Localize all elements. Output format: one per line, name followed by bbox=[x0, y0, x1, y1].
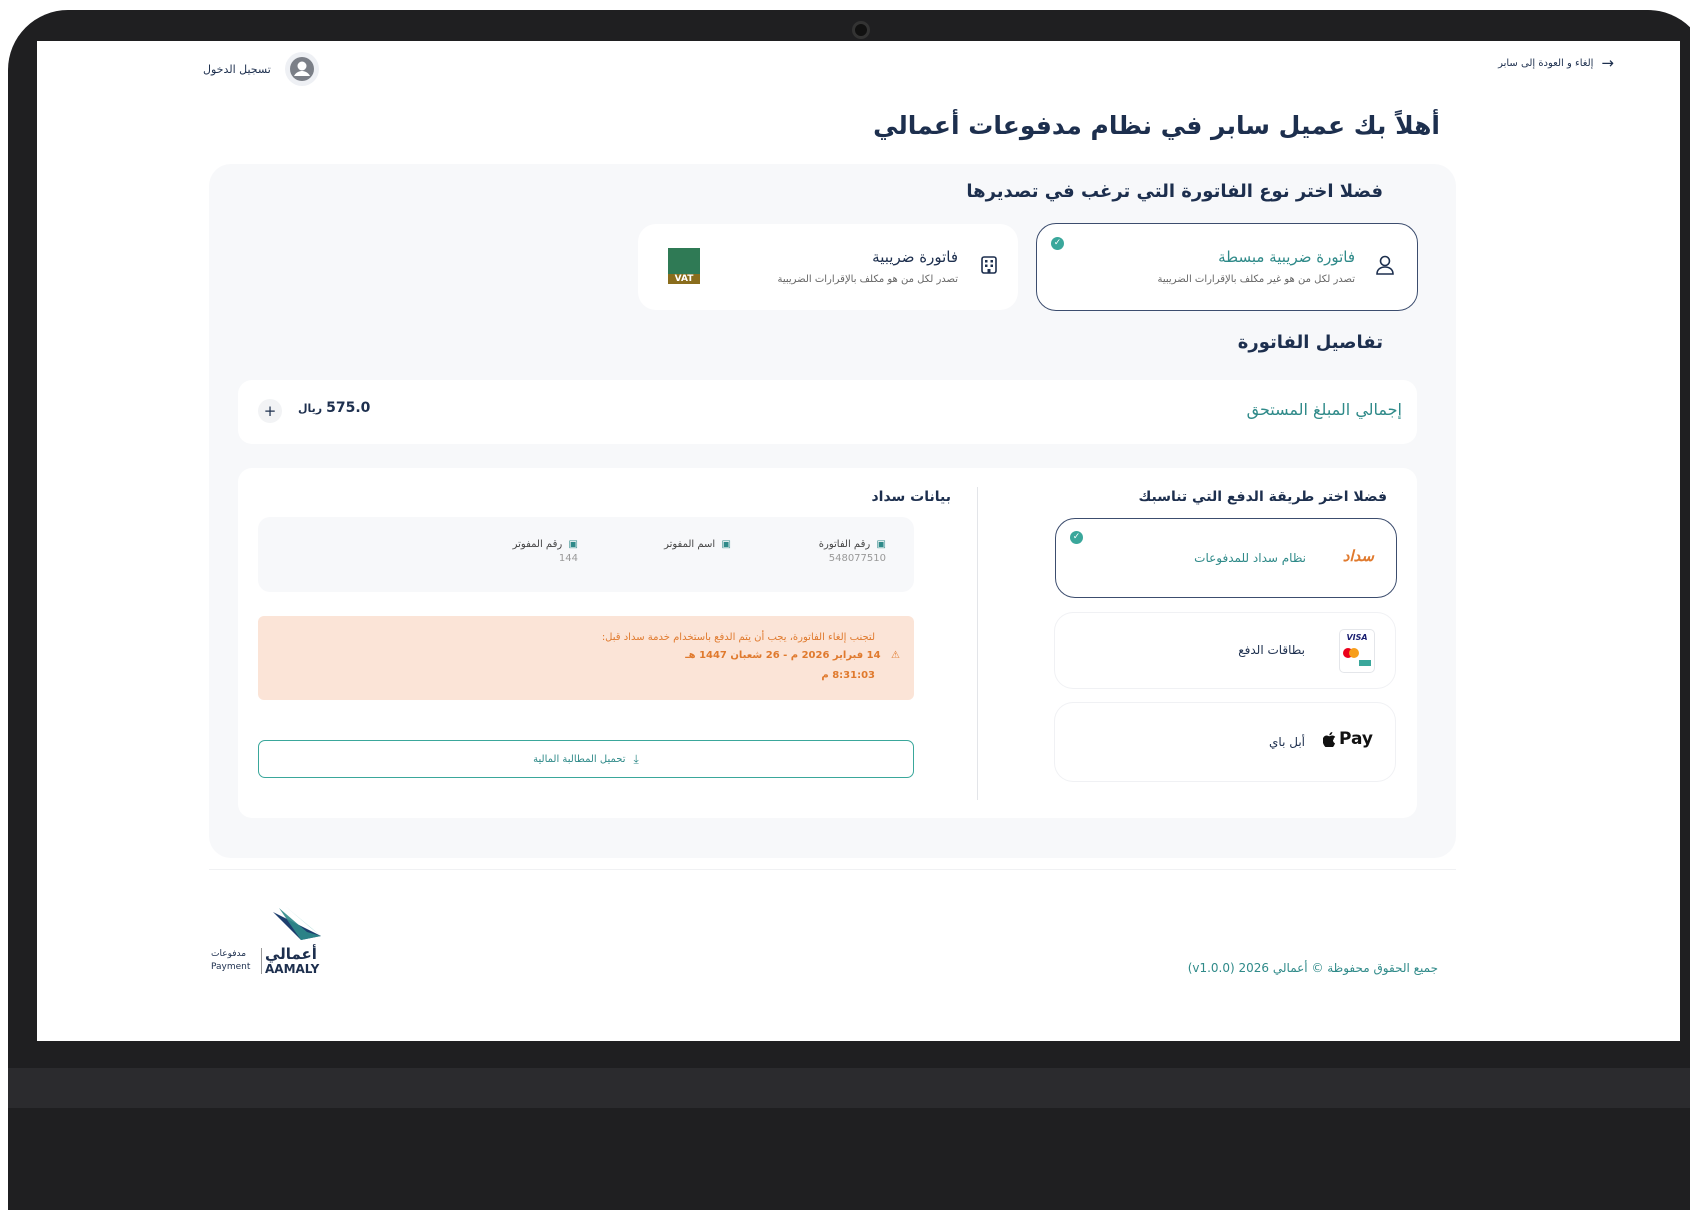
payment-method-cards[interactable]: VISA بطاقات الدفع bbox=[1055, 613, 1395, 688]
user-avatar-icon[interactable] bbox=[284, 52, 319, 86]
invoice-details-title: تفاصيل الفاتورة bbox=[1237, 332, 1383, 353]
warning-line-1: لتجنب إلغاء الفاتورة، يجب أن يتم الدفع ب… bbox=[601, 632, 875, 643]
warning-box: لتجنب إلغاء الفاتورة، يجب أن يتم الدفع ب… bbox=[258, 616, 914, 700]
page-title: أهلاً بك عميل سابر في نظام مدفوعات أعمال… bbox=[873, 111, 1440, 140]
expand-plus-button[interactable]: + bbox=[258, 399, 282, 423]
invoice-type-tax[interactable]: فاتورة ضريبية تصدر لكل من هو مكلف بالإقر… bbox=[638, 224, 1018, 310]
invoice-type-simplified[interactable]: ✓ فاتورة ضريبية مبسطة تصدر لكل من هو غير… bbox=[1036, 223, 1418, 311]
invoice-type-title-simplified: فاتورة ضريبية مبسطة bbox=[1218, 248, 1355, 266]
invoice-type-title-tax: فاتورة ضريبية bbox=[872, 248, 958, 266]
invoice-number-field: ▣ رقم الفاتورة 548077510 bbox=[819, 539, 886, 564]
logo-wing-icon bbox=[273, 906, 321, 940]
logo-en: AAMALY bbox=[265, 962, 320, 976]
check-icon: ✓ bbox=[1070, 531, 1083, 544]
sadad-method-label: نظام سداد للمدفوعات bbox=[1194, 551, 1306, 565]
total-amount-card: إجمالي المبلغ المستحق + ريال 575.0 bbox=[238, 380, 1417, 444]
invoice-type-sub-tax: تصدر لكل من هو مكلف بالإقرارات الضريبية bbox=[777, 274, 958, 285]
download-claim-label[interactable]: تحميل المطالبة المالية bbox=[533, 754, 625, 765]
currency-symbol-icon: ريال bbox=[298, 401, 323, 415]
copyright-text: جميع الحقوق محفوظة © أعمالي 2026 (v1.0.0… bbox=[1187, 961, 1438, 975]
apple-pay-logo: Pay bbox=[1322, 729, 1373, 749]
login-label[interactable]: تسجيل الدخول bbox=[203, 63, 271, 76]
warning-line-2-wrap: ⚠ 14 فبراير 2026 م - 26 شعبان 1447 هـ bbox=[685, 650, 900, 661]
biller-number-value: 144 bbox=[558, 553, 578, 564]
building-icon bbox=[981, 256, 997, 278]
cards-icon: VISA bbox=[1339, 629, 1375, 673]
total-value: 575.0 bbox=[326, 400, 371, 416]
apple-pay-text: Pay bbox=[1338, 729, 1373, 749]
apple-icon bbox=[1322, 731, 1336, 747]
invoice-type-sub-simplified: تصدر لكل من هو غير مكلف بالإقرارات الضري… bbox=[1157, 274, 1355, 285]
biller-name-field: ▣ اسم المفوتر bbox=[664, 539, 731, 553]
download-icon: ⤓ bbox=[633, 751, 639, 766]
doc-icon: ▣ bbox=[876, 539, 886, 550]
aamaly-logo: أعمالي AAMALY مدفوعات Payment bbox=[209, 906, 329, 976]
cancel-back-label[interactable]: إلغاء و العودة إلى سابر bbox=[1498, 58, 1593, 69]
doc-icon: ▣ bbox=[568, 539, 578, 550]
total-label: إجمالي المبلغ المستحق bbox=[1246, 400, 1402, 419]
invoice-type-title: فضلا اختر نوع الفاتورة التي ترغب في تصدي… bbox=[966, 181, 1383, 202]
logo-separator bbox=[261, 948, 262, 974]
check-icon: ✓ bbox=[1051, 237, 1064, 250]
visa-text: VISA bbox=[1346, 633, 1368, 642]
panel-divider bbox=[977, 487, 978, 800]
applepay-method-label: أبل باي bbox=[1269, 735, 1305, 749]
logo-ar: أعمالي bbox=[265, 945, 317, 963]
sadad-data-title: بيانات سداد bbox=[871, 489, 951, 505]
laptop-base bbox=[8, 1068, 1690, 1108]
cancel-back-link[interactable]: → إلغاء و العودة إلى سابر bbox=[1498, 54, 1614, 72]
warning-line-3: 8:31:03 م bbox=[821, 670, 875, 681]
vat-badge: VAT bbox=[668, 274, 700, 284]
warning-line-2: 14 فبراير 2026 م - 26 شعبان 1447 هـ bbox=[685, 650, 881, 661]
logo-tag-ar: مدفوعات bbox=[211, 949, 247, 959]
camera bbox=[852, 21, 870, 39]
invoice-number-label: رقم الفاتورة bbox=[818, 539, 871, 550]
total-amount: ريال 575.0 bbox=[298, 400, 370, 416]
payment-method-sadad[interactable]: ✓ سداد نظام سداد للمدفوعات bbox=[1055, 518, 1397, 598]
sadad-logo-icon: سداد bbox=[1342, 547, 1374, 565]
biller-number-field: ▣ رقم المفوتر 144 bbox=[513, 539, 578, 564]
download-claim-button[interactable]: ⤓ تحميل المطالبة المالية bbox=[258, 740, 914, 778]
sadad-fields-card: ▣ رقم الفاتورة 548077510 ▣ اسم المفوتر ▣… bbox=[258, 517, 914, 592]
person-icon bbox=[1375, 254, 1395, 280]
footer-divider bbox=[209, 869, 1456, 870]
payment-method-applepay[interactable]: Pay أبل باي bbox=[1055, 703, 1395, 781]
invoice-number-value: 548077510 bbox=[828, 553, 886, 564]
cards-method-label: بطاقات الدفع bbox=[1238, 643, 1305, 657]
warning-triangle-icon: ⚠ bbox=[891, 650, 900, 661]
payment-method-title: فضلا اختر طريقة الدفع التي تناسبك bbox=[1138, 489, 1387, 505]
doc-icon: ▣ bbox=[721, 539, 731, 550]
biller-number-label: رقم المفوتر bbox=[512, 539, 563, 550]
biller-name-label: اسم المفوتر bbox=[664, 539, 716, 550]
logo-tag-en: Payment bbox=[211, 962, 251, 972]
vat-logo-icon: VAT bbox=[668, 248, 700, 284]
arrow-right-icon: → bbox=[1601, 54, 1614, 72]
screen: تسجيل الدخول → إلغاء و العودة إلى سابر أ… bbox=[37, 41, 1680, 1041]
login-area[interactable]: تسجيل الدخول bbox=[203, 49, 319, 89]
